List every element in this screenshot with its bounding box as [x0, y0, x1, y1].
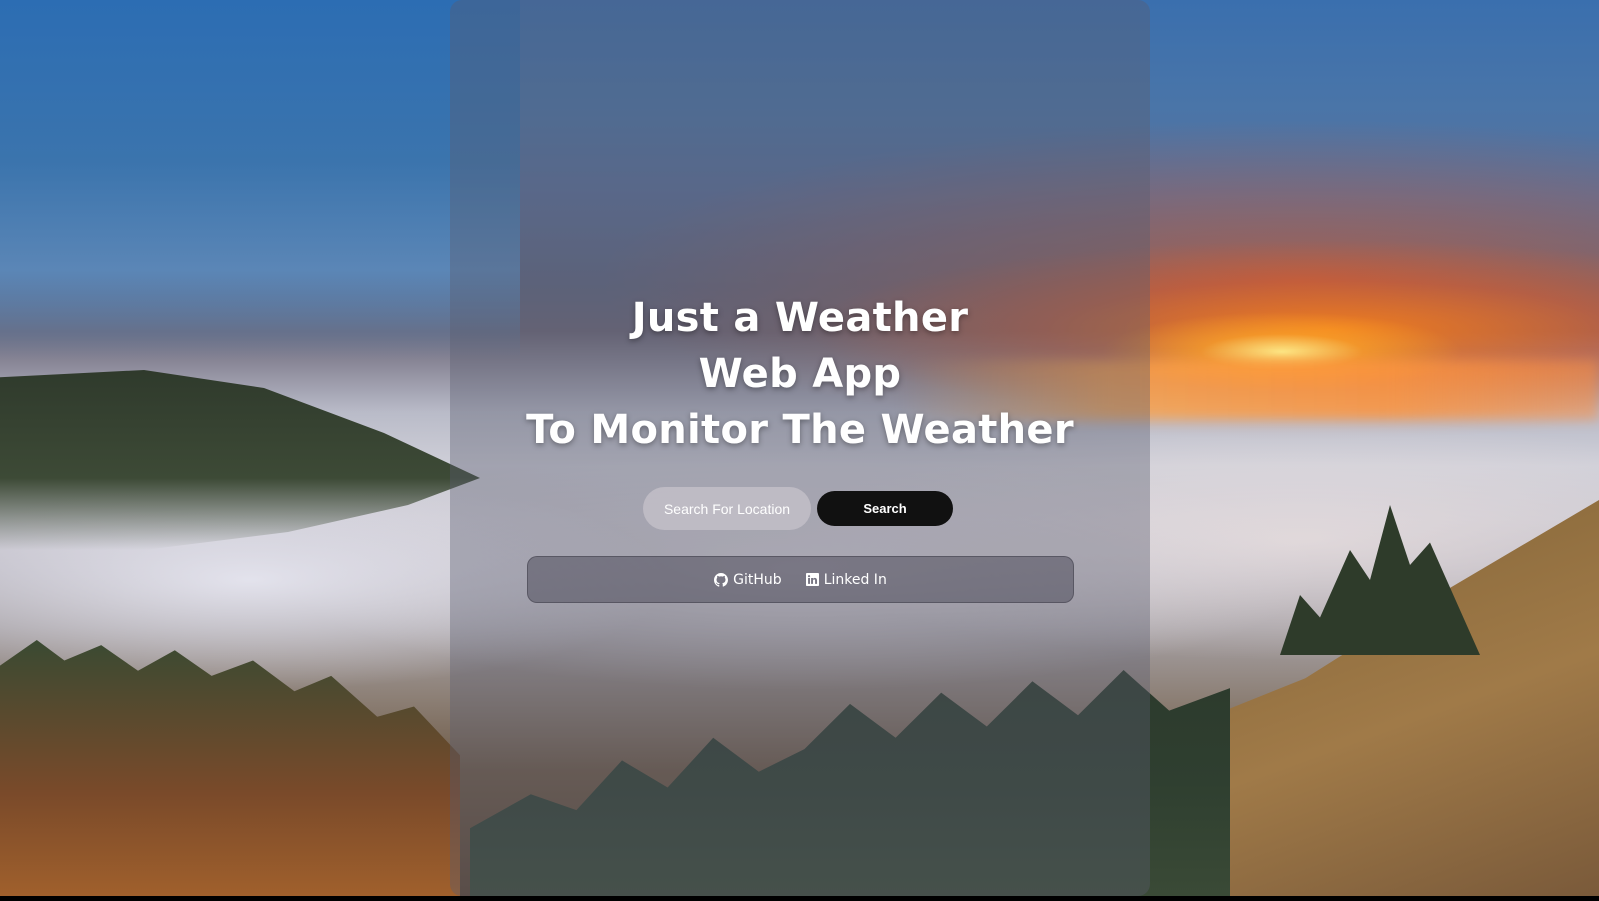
github-icon [714, 572, 729, 587]
github-link[interactable]: GitHub [714, 572, 782, 588]
search-input[interactable] [643, 487, 811, 530]
page: Just a Weather Web App To Monitor The We… [0, 0, 1599, 896]
github-link-label: GitHub [733, 571, 782, 588]
search-form: Search [643, 487, 953, 530]
background-sky [0, 0, 520, 360]
title-line-1: Just a Weather [631, 295, 969, 341]
title-line-2: Web App [698, 351, 902, 397]
links-bar: GitHub Linked In [527, 556, 1074, 603]
linkedin-icon [805, 573, 819, 586]
search-button[interactable]: Search [817, 491, 953, 526]
page-title: Just a Weather Web App To Monitor The We… [450, 290, 1150, 458]
linkedin-link-label: Linked In [823, 571, 887, 588]
title-line-3: To Monitor The Weather [526, 407, 1074, 453]
linkedin-link[interactable]: Linked In [805, 571, 887, 588]
